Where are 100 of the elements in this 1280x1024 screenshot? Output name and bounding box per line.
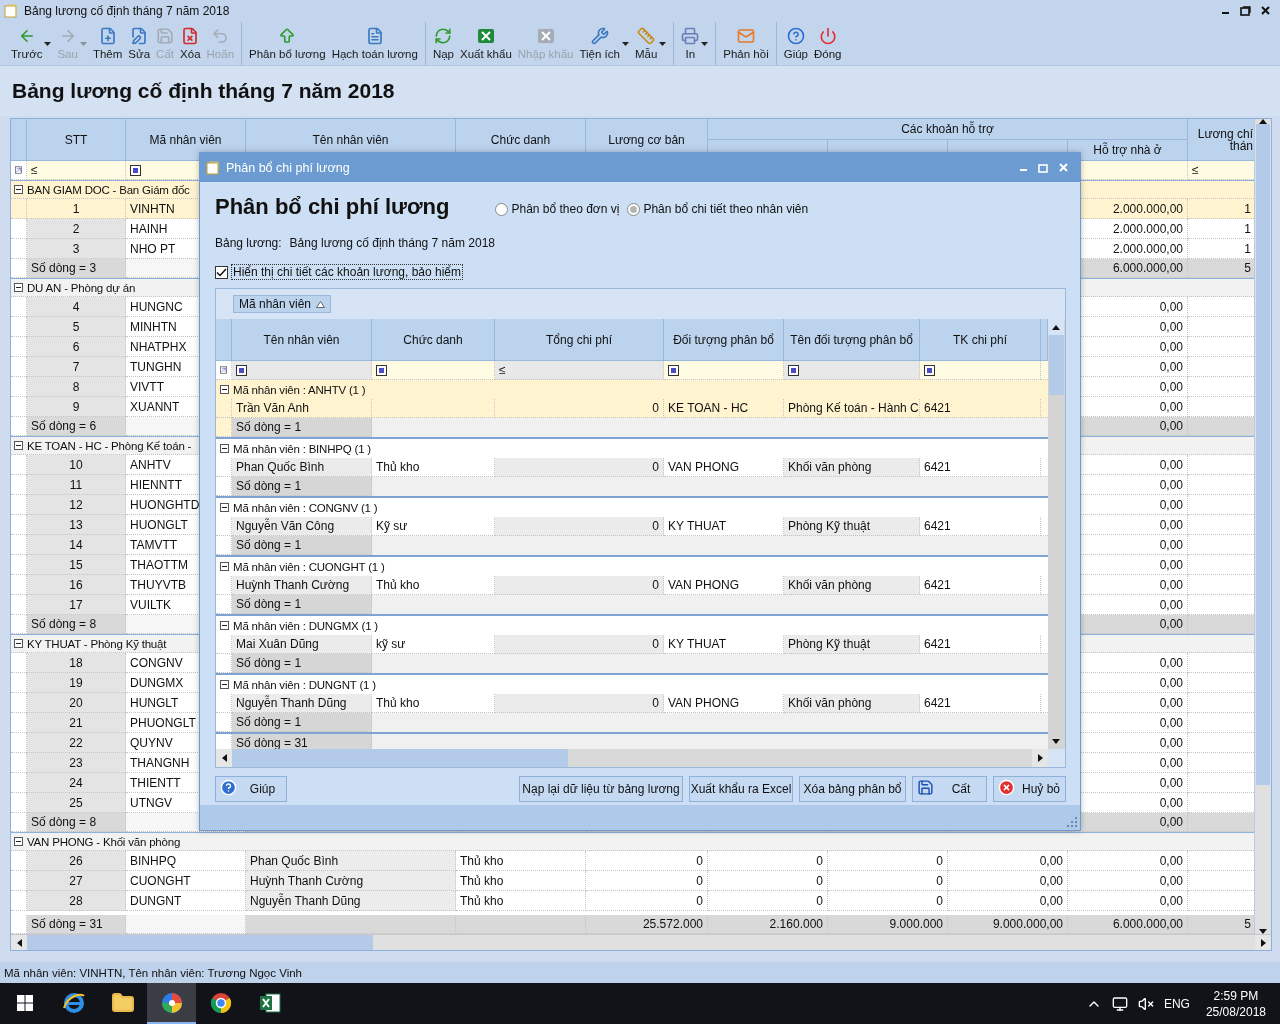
- dialog-button[interactable]: Xóa bảng phân bổ: [799, 776, 906, 802]
- table-cell: 0,00: [948, 891, 1068, 911]
- collapse-icon[interactable]: [14, 185, 23, 194]
- filter-clear-icon[interactable]: [15, 164, 22, 176]
- filter-mode-icon[interactable]: [788, 364, 799, 376]
- envelope-icon: [737, 27, 755, 45]
- dialog-button[interactable]: Giúp: [215, 776, 287, 802]
- toolbar-button[interactable]: In: [678, 22, 712, 65]
- resize-grip-icon: [1067, 817, 1077, 827]
- collapse-icon[interactable]: [14, 837, 23, 846]
- collapse-icon[interactable]: [14, 639, 23, 648]
- filter-operator[interactable]: ≤: [495, 361, 664, 380]
- table-cell: Mai Xuân Dũng: [232, 635, 372, 654]
- toolbar-button[interactable]: Giúp: [780, 22, 811, 65]
- table-row[interactable]: 27 CUONGHT Huỳnh Thanh Cường Thủ kho 0 0 0 0,00 0,00: [11, 871, 1254, 891]
- horizontal-scrollbar[interactable]: [216, 749, 1048, 767]
- close-icon[interactable]: [1261, 6, 1270, 15]
- radio-button[interactable]: [627, 202, 641, 216]
- help-icon: [786, 27, 805, 45]
- clock-time[interactable]: 2:59 PM: [1213, 988, 1259, 1003]
- group-row[interactable]: VAN PHONG - Khối văn phòng: [11, 832, 1254, 851]
- table-row[interactable]: 28 DUNGNT Nguyễn Thanh Dũng Thủ kho 0 0 0 0,00 0,00: [11, 891, 1254, 911]
- table-cell: 0: [495, 635, 664, 654]
- caret-icon: [79, 41, 87, 46]
- payroll-name: Bảng lương cố định tháng 7 năm 2018: [289, 236, 495, 250]
- summary-cell: 9.000.000,00: [948, 915, 1068, 934]
- toolbar-button[interactable]: Phân bổ lương: [246, 22, 329, 65]
- scroll-right-icon: [1037, 754, 1043, 762]
- checkbox-label[interactable]: Hiển thị chi tiết các khoản lương, bảo hiểm: [231, 264, 464, 280]
- toolbar-button[interactable]: Xóa: [177, 22, 204, 65]
- collapse-icon[interactable]: [220, 503, 229, 512]
- summary-cell: 9.000.000: [828, 915, 948, 934]
- collapse-icon[interactable]: [220, 562, 229, 571]
- summary-cell: Số dòng = 31: [27, 915, 126, 934]
- summary-cell: 5: [1188, 259, 1254, 278]
- language-indicator[interactable]: ENG: [1163, 996, 1190, 1011]
- table-cell: 4: [27, 297, 126, 317]
- toolbar-button[interactable]: Sửa: [125, 22, 154, 65]
- dialog-button[interactable]: Huỷ bỏ: [993, 776, 1066, 802]
- dialog-button[interactable]: Xuất khẩu ra Excel: [689, 776, 793, 802]
- collapse-icon[interactable]: [220, 621, 229, 630]
- maximize-icon[interactable]: [1038, 162, 1049, 173]
- scroll-down-icon: [1052, 738, 1060, 744]
- toolbar-button[interactable]: Xuất khẩu: [457, 22, 515, 65]
- table-cell: 24: [27, 773, 126, 793]
- filter-mode-icon[interactable]: [668, 364, 679, 376]
- checkbox[interactable]: [215, 265, 228, 279]
- table-cell: Phòng Kỹ thuật: [784, 635, 920, 654]
- clock-date[interactable]: 25/08/2018: [1205, 1004, 1266, 1019]
- group-label: KY THUAT - Phòng Kỹ thuật: [27, 637, 167, 650]
- table-cell: 16: [27, 575, 126, 595]
- group-row[interactable]: Mã nhân viên : ANHTV (1 ): [216, 380, 1048, 399]
- collapse-icon[interactable]: [220, 444, 229, 453]
- vertical-scrollbar[interactable]: [1254, 119, 1271, 934]
- group-by-chip[interactable]: Mã nhân viên: [233, 295, 332, 313]
- toolbar-button[interactable]: Đóng: [811, 22, 845, 65]
- network-icon[interactable]: [1111, 995, 1128, 1012]
- table-cell: 20: [27, 693, 126, 713]
- restore-icon[interactable]: [1240, 6, 1251, 16]
- table-cell: 15: [27, 555, 126, 575]
- toolbar-button[interactable]: Nạp: [429, 22, 457, 65]
- table-row[interactable]: 26 BINHPQ Phan Quốc Bình Thủ kho 0 0 0 0,00 0,00: [11, 851, 1254, 871]
- table-cell: 5: [27, 317, 126, 337]
- scroll-up-icon: [1052, 324, 1060, 330]
- toolbar-button[interactable]: Thêm: [89, 22, 126, 65]
- table-cell: Phan Quốc Bình: [232, 458, 372, 477]
- collapse-icon[interactable]: [220, 385, 229, 394]
- toolbar-button[interactable]: Mẫu: [631, 22, 670, 65]
- filter-mode-icon[interactable]: [376, 364, 387, 376]
- toolbar-button[interactable]: Hạch toán lương: [328, 22, 421, 65]
- summary-cell: Số dòng = 1: [232, 536, 372, 555]
- help-icon: [220, 779, 237, 796]
- dialog-button[interactable]: Nạp lại dữ liệu từ bảng lương: [519, 776, 683, 802]
- filter-mode-icon[interactable]: [130, 164, 141, 176]
- spreadsheet-icon: [257, 990, 282, 1015]
- dialog-button[interactable]: Cất: [912, 776, 987, 802]
- filter-mode-icon[interactable]: [236, 364, 247, 376]
- radio-button[interactable]: [495, 202, 509, 216]
- toolbar-button[interactable]: Tiện ích: [576, 22, 632, 65]
- speaker-muted-icon[interactable]: [1137, 995, 1154, 1012]
- toolbar-button[interactable]: Phản hồi: [720, 22, 772, 65]
- browser-icon: [61, 990, 86, 1015]
- filter-mode-icon[interactable]: [924, 364, 935, 376]
- collapse-icon[interactable]: [14, 441, 23, 450]
- filter-clear-icon[interactable]: [220, 364, 227, 376]
- collapse-icon[interactable]: [220, 680, 229, 689]
- taskbar-app[interactable]: [147, 983, 196, 1024]
- summary-cell: Số dòng = 31: [232, 734, 372, 749]
- file-pen-icon: [130, 27, 149, 45]
- horizontal-scrollbar[interactable]: [11, 934, 1271, 950]
- table-cell: 0,00: [1068, 891, 1188, 911]
- group-label: Mã nhân viên : BINHPQ (1 ): [233, 442, 371, 455]
- collapse-icon[interactable]: [14, 283, 23, 292]
- scroll-thumb[interactable]: [1256, 124, 1270, 785]
- table-cell: 22: [27, 733, 126, 753]
- scroll-thumb[interactable]: [1049, 335, 1064, 395]
- table-cell: 25: [27, 793, 126, 813]
- toolbar-button[interactable]: Trước: [8, 22, 55, 65]
- vertical-scrollbar[interactable]: [1048, 319, 1065, 749]
- window-title: Bảng lương cố định tháng 7 năm 2018: [24, 4, 231, 18]
